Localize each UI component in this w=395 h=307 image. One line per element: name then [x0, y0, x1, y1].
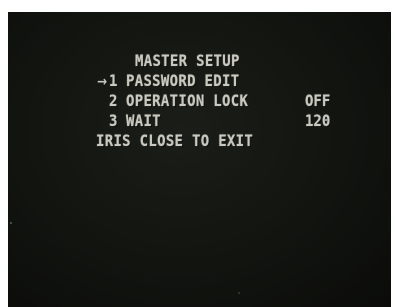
exit-hint: IRIS CLOSE TO EXIT [96, 132, 254, 151]
osd-screen: MASTER SETUP → 1 PASSWORD EDIT 2 OPERATI… [8, 12, 391, 307]
menu-item-password-edit[interactable]: PASSWORD EDIT [126, 72, 239, 90]
noise-speck [238, 292, 240, 294]
noise-speck [10, 222, 12, 224]
operation-lock-value[interactable]: OFF [305, 92, 330, 110]
menu-item-operation-lock[interactable]: OPERATION LOCK [126, 92, 248, 110]
menu-item-number-1: 1 [109, 72, 118, 91]
wait-value[interactable]: 120 [305, 112, 330, 130]
menu-item-number-2: 2 [109, 92, 118, 111]
selection-cursor-icon: → [97, 73, 108, 90]
menu-item-wait[interactable]: WAIT [126, 112, 161, 130]
menu-title: MASTER SETUP [135, 52, 240, 71]
menu-item-number-3: 3 [109, 112, 118, 131]
